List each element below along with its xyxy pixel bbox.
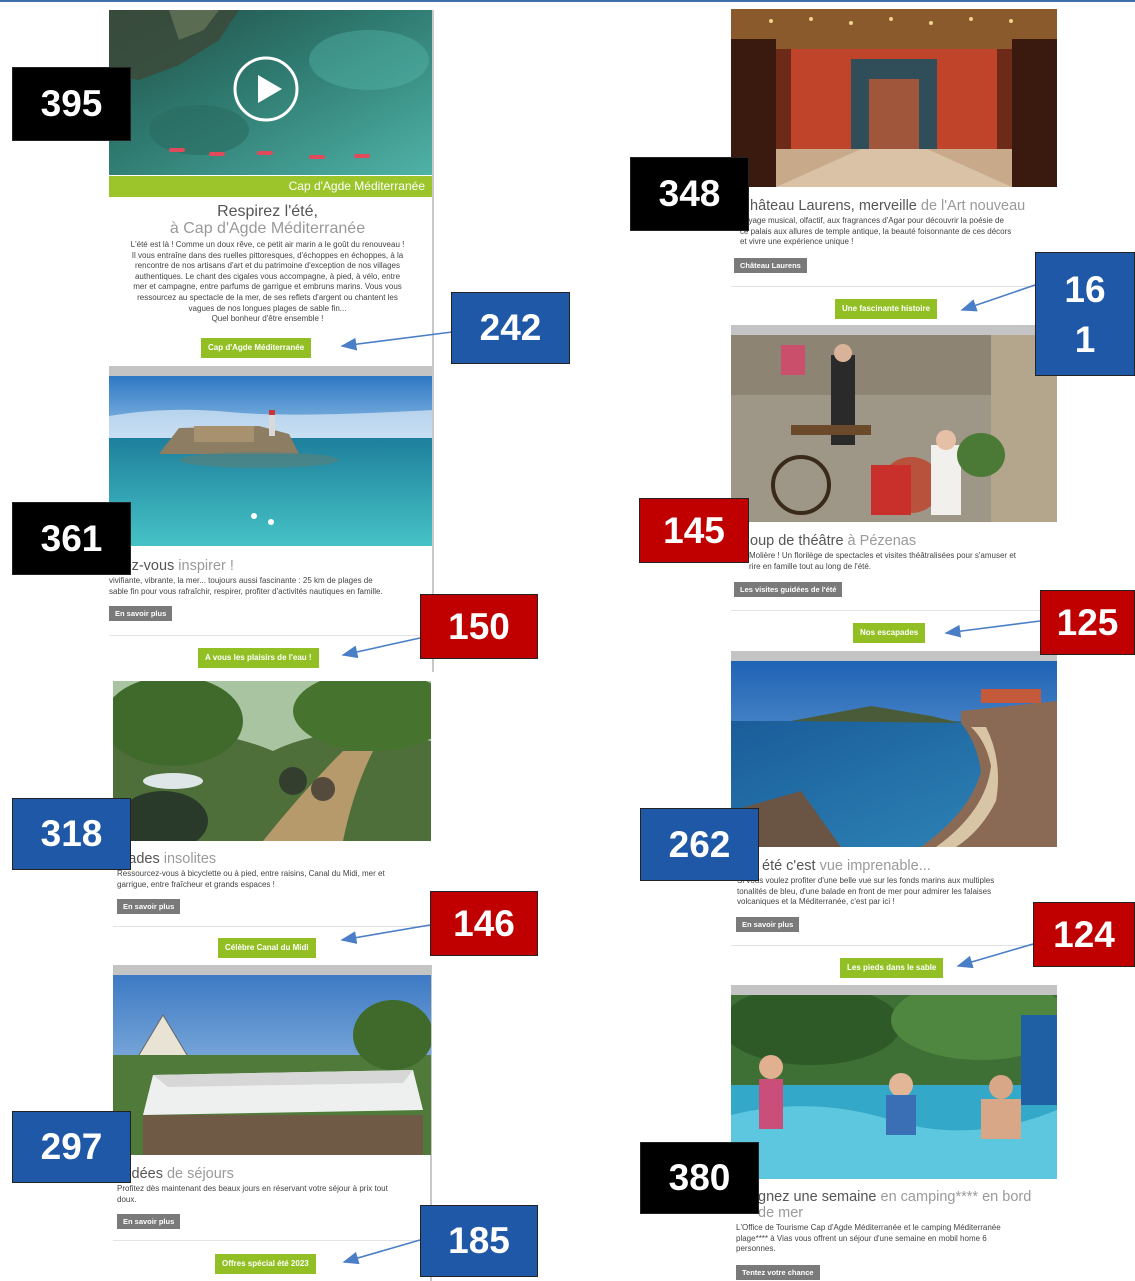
badge-walks-button: 146 <box>430 891 538 956</box>
badge-hero: 395 <box>12 67 131 141</box>
arrow-185 <box>342 1239 421 1265</box>
badge-stays-button: 185 <box>420 1205 538 1277</box>
badge-stays: 297 <box>12 1111 131 1183</box>
arrow-125 <box>944 620 1041 638</box>
arrow-124 <box>956 943 1034 969</box>
badge-beach-button: 124 <box>1033 902 1135 967</box>
badge-castle: 348 <box>630 157 749 231</box>
annotation-arrows <box>340 284 1041 1265</box>
badge-contest: 380 <box>640 1142 759 1214</box>
arrow-161 <box>960 284 1036 312</box>
arrow-146 <box>340 924 431 944</box>
badge-theatre-button: 125 <box>1040 590 1135 655</box>
badge-theatre: 145 <box>639 498 749 563</box>
badge-castle-button: 16 1 <box>1035 252 1135 376</box>
badge-water: 361 <box>12 502 131 575</box>
badge-water-button: 150 <box>420 594 538 659</box>
arrow-150 <box>341 637 421 659</box>
badge-hero-button: 242 <box>451 292 570 364</box>
arrow-242 <box>340 331 453 351</box>
badge-beach: 262 <box>640 808 759 881</box>
badge-walks: 318 <box>12 798 131 870</box>
